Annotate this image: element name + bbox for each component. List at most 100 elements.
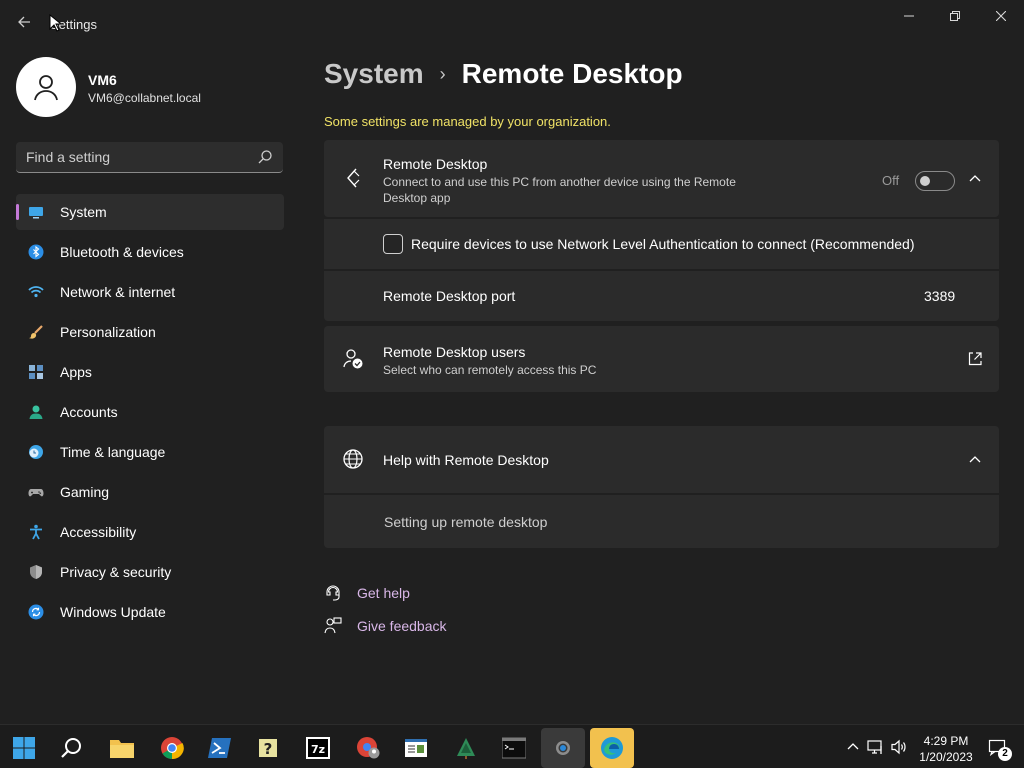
sidebar-item-label: Gaming [60, 484, 110, 500]
search-box[interactable] [16, 142, 283, 173]
remote-desktop-users-card[interactable]: Remote Desktop users Select who can remo… [324, 326, 999, 392]
powershell-button[interactable] [198, 728, 242, 768]
clock-globe-icon [29, 445, 43, 459]
sidebar-item-network[interactable]: Network & internet [16, 274, 284, 310]
sidebar-item-gaming[interactable]: Gaming [16, 474, 284, 510]
chevron-up-icon[interactable] [967, 171, 983, 187]
sidebar-item-label: System [60, 204, 107, 220]
document-app-button[interactable] [394, 728, 438, 768]
remote-desktop-toggle[interactable] [915, 171, 955, 191]
breadcrumb-parent[interactable]: System [324, 58, 424, 90]
sidebar-item-accessibility[interactable]: Accessibility [16, 514, 284, 550]
tree-app-button[interactable] [444, 728, 488, 768]
user-name: VM6 [88, 72, 117, 88]
setting-up-remote-desktop-link[interactable]: Setting up remote desktop [384, 514, 547, 530]
gear-icon [556, 741, 570, 755]
settings-app-button[interactable] [541, 728, 585, 768]
globe-icon [343, 449, 363, 469]
close-button[interactable] [978, 0, 1024, 32]
sidebar-item-label: Accounts [60, 404, 118, 420]
search-icon[interactable] [257, 149, 273, 165]
sidebar-item-accounts[interactable]: Accounts [16, 394, 284, 430]
users-title: Remote Desktop users [383, 344, 526, 360]
sidebar-item-label: Bluetooth & devices [60, 244, 184, 260]
clock-date: 1/20/2023 [919, 750, 973, 764]
wifi-icon [28, 286, 44, 298]
svg-text:7z: 7z [311, 743, 325, 756]
search-input[interactable] [26, 142, 246, 172]
toggle-state-label: Off [882, 173, 900, 188]
terminal-button[interactable] [492, 728, 536, 768]
shield-icon [30, 565, 42, 579]
back-button[interactable] [12, 10, 36, 34]
help-title: Help with Remote Desktop [383, 452, 549, 468]
sidebar-item-privacy[interactable]: Privacy & security [16, 554, 284, 590]
port-label: Remote Desktop port [383, 288, 516, 304]
update-icon [28, 604, 44, 620]
external-link-icon[interactable] [967, 351, 983, 367]
taskbar: ? 7z 4:29 PM 1/20/2023 2 [0, 724, 1024, 768]
give-feedback-link[interactable]: Give feedback [357, 618, 447, 634]
start-button[interactable] [2, 728, 46, 768]
restore-button[interactable] [932, 0, 978, 32]
chrome-user-icon [357, 737, 380, 759]
search-icon [61, 738, 81, 758]
page-title: Remote Desktop [461, 58, 683, 89]
sidebar-item-personalization[interactable]: Personalization [16, 314, 284, 350]
nla-row[interactable]: Require devices to use Network Level Aut… [324, 219, 999, 269]
chevron-up-icon[interactable] [967, 452, 983, 468]
sidebar-item-windows-update[interactable]: Windows Update [16, 594, 284, 630]
back-arrow-icon [18, 16, 30, 28]
close-icon [996, 11, 1006, 21]
managed-note: Some settings are managed by your organi… [324, 114, 611, 129]
nla-label: Require devices to use Network Level Aut… [411, 236, 915, 252]
chrome-profile-button[interactable] [346, 728, 390, 768]
edge-button[interactable] [590, 728, 634, 768]
port-row: Remote Desktop port 3389 [324, 271, 999, 321]
minimize-button[interactable] [886, 0, 932, 32]
sidebar-item-time-language[interactable]: Time & language [16, 434, 284, 470]
help-card[interactable]: Help with Remote Desktop [324, 426, 999, 493]
breadcrumb-separator: › [439, 63, 446, 84]
7zip-button[interactable]: 7z [296, 728, 340, 768]
gamepad-icon [28, 489, 44, 497]
svg-text:?: ? [264, 740, 273, 758]
chrome-button[interactable] [150, 728, 194, 768]
restore-icon [950, 11, 960, 21]
main-content: System › Remote Desktop Some settings ar… [324, 44, 1000, 724]
sidebar-item-system[interactable]: System [16, 194, 284, 230]
sidebar-item-apps[interactable]: Apps [16, 354, 284, 390]
get-help-link[interactable]: Get help [357, 585, 410, 601]
remote-desktop-card[interactable]: Remote Desktop Connect to and use this P… [324, 140, 999, 217]
chrome-icon [161, 737, 184, 760]
chevron-up-icon[interactable] [844, 738, 862, 756]
sidebar-item-bluetooth[interactable]: Bluetooth & devices [16, 234, 284, 270]
volume-icon[interactable] [890, 738, 908, 756]
network-icon[interactable] [867, 738, 885, 756]
nla-checkbox[interactable] [383, 234, 403, 254]
apps-icon [29, 365, 43, 379]
help-icon: ? [259, 739, 277, 758]
file-explorer-button[interactable] [100, 728, 144, 768]
accessibility-icon [30, 524, 42, 540]
user-email: VM6@collabnet.local [88, 91, 201, 105]
breadcrumb: System › Remote Desktop [324, 58, 683, 90]
avatar[interactable] [16, 57, 76, 117]
remote-desktop-description: Connect to and use this PC from another … [383, 175, 736, 205]
clock-time: 4:29 PM [923, 734, 969, 748]
users-check-icon [343, 349, 363, 369]
terminal-icon [502, 737, 526, 759]
person-icon [34, 75, 58, 101]
taskbar-search-button[interactable] [50, 728, 94, 768]
sidebar-item-label: Personalization [60, 324, 156, 340]
powershell-icon [208, 738, 231, 758]
clock[interactable]: 4:29 PM 1/20/2023 [908, 733, 984, 765]
help-link-row: Setting up remote desktop [324, 495, 999, 548]
users-description: Select who can remotely access this PC [383, 363, 597, 377]
port-value: 3389 [924, 288, 956, 304]
bluetooth-icon [28, 244, 44, 260]
help-app-button[interactable]: ? [246, 728, 290, 768]
get-help-icon [326, 585, 340, 601]
mouse-cursor-icon [49, 14, 61, 32]
remote-desktop-icon [347, 168, 360, 188]
